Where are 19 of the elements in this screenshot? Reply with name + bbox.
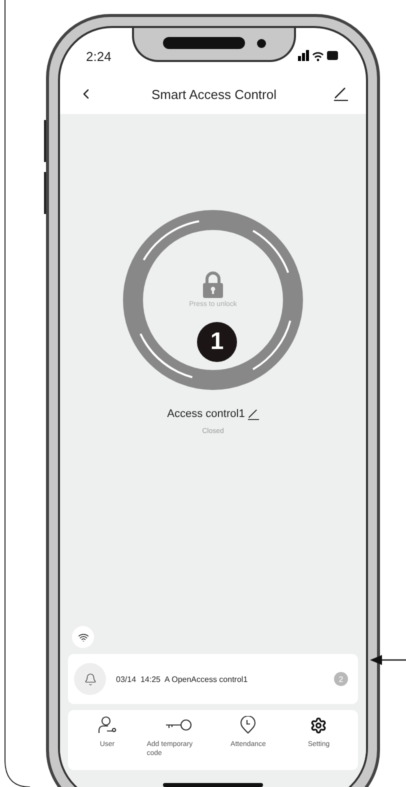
settings-icon — [310, 716, 328, 734]
status-time: 2:24 — [86, 48, 112, 64]
edit-icon[interactable] — [334, 87, 348, 101]
callout-number: 1 — [197, 322, 237, 362]
notification-card[interactable]: 03/14 14:25 A OpenAccess control1 2 — [68, 654, 358, 704]
page-title: Smart Access Control — [152, 86, 276, 102]
padlock-icon — [202, 270, 224, 298]
user-key-icon — [97, 716, 118, 734]
count-badge: 2 — [334, 672, 348, 686]
clock-pin-icon — [240, 716, 256, 734]
bell-icon — [74, 663, 106, 695]
status-icons — [298, 50, 340, 62]
wifi-button[interactable] — [72, 626, 94, 648]
edit-icon[interactable] — [248, 408, 259, 420]
notification-text: 03/14 14:25 A OpenAccess control1 — [116, 674, 249, 684]
wifi-icon — [78, 632, 88, 642]
device-name: Access control1 — [167, 408, 245, 420]
key-icon — [164, 718, 192, 732]
pointer-arrow — [370, 655, 406, 665]
